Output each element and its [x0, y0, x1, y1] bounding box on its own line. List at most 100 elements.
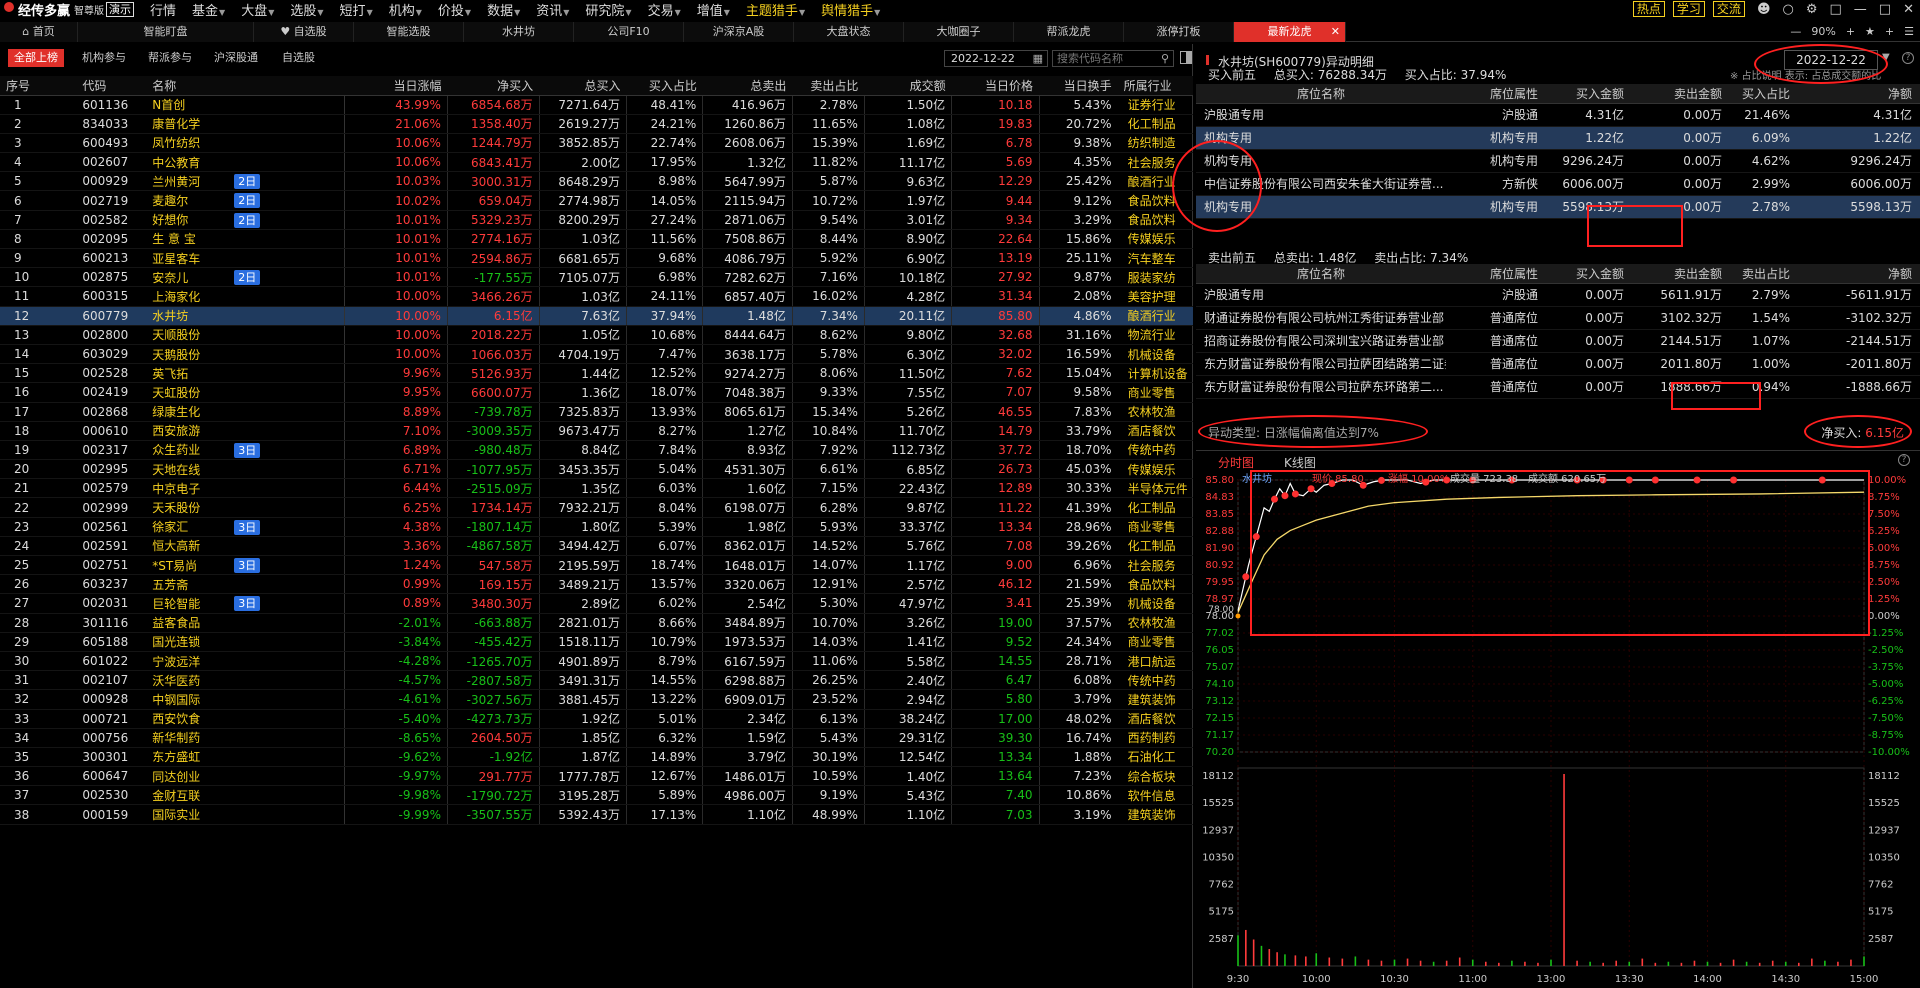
date-picker[interactable]: 2022-12-22 ▦: [944, 50, 1048, 67]
column-header-10[interactable]: 当日价格: [951, 76, 1039, 96]
table-row[interactable]: 37 002530 金财互联 -9.98% -1790.72万 3195.28万 5.89%…: [0, 785, 1193, 806]
settings-icon[interactable]: ⚙: [1806, 2, 1818, 17]
column-header-9[interactable]: 成交额: [864, 76, 952, 96]
table-row[interactable]: 23 002561 徐家汇 3日 4.38% -1807.14万 1.80亿 5.39% 1.9…: [0, 517, 1193, 537]
menu-item-6[interactable]: 价投▼: [430, 0, 479, 19]
cell-name[interactable]: N首创: [146, 95, 346, 115]
table-row[interactable]: 18 000610 西安旅游 7.10% -3009.35万 9673.47万 8.27% 1…: [0, 421, 1193, 441]
menu-item-3[interactable]: 选股▼: [282, 0, 331, 19]
table-row[interactable]: 34 000756 新华制药 -8.65% 2604.50万 1.85亿 6.32% 1.59…: [0, 728, 1193, 748]
cell-name[interactable]: 益客食品: [146, 613, 346, 633]
table-row[interactable]: 21 002579 中京电子 6.44% -2515.09万 1.35亿 6.03% 1.60…: [0, 478, 1193, 499]
tab-3[interactable]: 智能选股: [354, 22, 464, 42]
seat-row[interactable]: 沪股通专用 沪股通 4.31亿 0.00万 21.46% 4.31亿: [1196, 103, 1920, 127]
table-row[interactable]: 4 002607 中公教育 10.06% 6843.41万 2.00亿 17.95% 1.32…: [0, 152, 1193, 173]
seat-row[interactable]: 机构专用 机构专用 5598.13万 0.00万 2.78% 5598.13万: [1196, 195, 1920, 219]
seat-row[interactable]: 沪股通专用 沪股通 0.00万 5611.91万 2.79% -5611.91万: [1196, 283, 1920, 307]
seat-row[interactable]: 招商证券股份有限公司深圳宝兴路证券营业部 普通席位 0.00万 2144.51万 1.0…: [1196, 329, 1920, 353]
hot-button[interactable]: 热点: [1632, 1, 1665, 17]
menu-item-4[interactable]: 短打▼: [332, 0, 381, 19]
maximize-icon[interactable]: □: [1879, 2, 1891, 17]
cell-name[interactable]: 金财互联: [146, 785, 346, 806]
table-row[interactable]: 5 000929 兰州黄河 2日 10.03% 3000.31万 8648.29万 8.98%…: [0, 171, 1193, 192]
cell-name[interactable]: 英飞拓: [146, 363, 346, 384]
table-row[interactable]: 36 600647 同达创业 -9.97% 291.77万 1777.78万 12.67% 1…: [0, 766, 1193, 787]
seat-row[interactable]: 机构专用 机构专用 9296.24万 0.00万 4.62% 9296.24万: [1196, 149, 1920, 173]
column-header-11[interactable]: 当日换手: [1039, 76, 1118, 96]
cell-name[interactable]: 天鹅股份: [146, 344, 346, 365]
learn-button[interactable]: 学习: [1672, 1, 1705, 17]
tab-latest-dragon-tiger[interactable]: 最新龙虎 ✕: [1234, 22, 1346, 42]
table-row[interactable]: 3 600493 凤竹纺织 10.06% 1244.79万 3852.85万 22.74% 2…: [0, 133, 1193, 154]
table-row[interactable]: 6 002719 麦趣尔 2日 10.02% 659.04万 2774.98万 14.05% 2…: [0, 190, 1193, 211]
tab-5[interactable]: 公司F10: [574, 22, 684, 42]
table-row[interactable]: 8 002095 生 意 宝 10.01% 2774.16万 1.03亿 11.56% 750…: [0, 229, 1193, 250]
cell-name[interactable]: 西安饮食: [146, 709, 346, 729]
table-row[interactable]: 11 600315 上海家化 10.00% 3466.26万 1.03亿 24.11% 685…: [0, 286, 1193, 307]
column-header-3[interactable]: 当日涨幅: [344, 76, 448, 96]
cell-name[interactable]: *ST易尚 3日: [146, 555, 346, 576]
table-row[interactable]: 19 002317 众生药业 3日 6.89% -980.48万 8.84亿 7.84% 8.9…: [0, 440, 1193, 461]
tab-2[interactable]: ♥ 自选股: [254, 22, 354, 42]
cell-name[interactable]: 中京电子: [146, 478, 346, 499]
table-row[interactable]: 20 002995 天地在线 6.71% -1077.95万 3453.35万 5.04% 4…: [0, 459, 1193, 480]
cell-name[interactable]: 中钢国际: [146, 689, 346, 710]
menu-item-1[interactable]: 基金▼: [184, 0, 233, 19]
chart-help-icon[interactable]: ?: [1898, 454, 1910, 466]
calendar-icon[interactable]: ▦: [1033, 51, 1043, 66]
table-row[interactable]: 16 002419 天虹股份 9.95% 6600.07万 1.36亿 18.07% 7048…: [0, 382, 1193, 403]
exchange-button[interactable]: 交流: [1712, 1, 1745, 17]
menu-item-5[interactable]: 机构▼: [381, 0, 430, 19]
table-row[interactable]: 24 002591 恒大高新 3.36% -4867.58万 3494.42万 6.07% 8…: [0, 536, 1193, 557]
cell-name[interactable]: 水井坊: [146, 306, 346, 326]
table-row[interactable]: 28 301116 益客食品 -2.01% -663.88万 2821.01万 8.66% 3…: [0, 613, 1193, 633]
table-row[interactable]: 2 834033 康普化学 21.06% 1358.40万 2619.27万 24.21% 1…: [0, 114, 1193, 134]
search-input[interactable]: 搜索代码名称 ⚲: [1052, 50, 1174, 67]
search-icon[interactable]: ⚲: [1161, 51, 1169, 66]
column-header-12[interactable]: 所属行业: [1117, 76, 1193, 96]
cell-name[interactable]: 兰州黄河 2日: [146, 171, 346, 192]
table-row[interactable]: 17 002868 绿康生化 8.89% -739.78万 7325.83万 13.93% 8…: [0, 402, 1193, 422]
tab-6[interactable]: 沪深京A股: [684, 22, 794, 42]
cell-name[interactable]: 宁波远洋: [146, 651, 346, 672]
table-row[interactable]: 31 002107 沃华医药 -4.57% -2807.58万 3491.31万 14.55…: [0, 670, 1193, 691]
table-row[interactable]: 38 000159 国际实业 -9.99% -3507.55万 5392.43万 17.13…: [0, 804, 1193, 825]
table-row[interactable]: 35 300301 东方盛虹 -9.62% -1.92亿 1.87亿 14.89% 3.79亿…: [0, 747, 1193, 768]
cell-name[interactable]: 亚星客车: [146, 248, 346, 269]
plus-icon[interactable]: +: [1885, 25, 1894, 38]
column-header-2[interactable]: 名称: [146, 76, 345, 96]
menu-item-13[interactable]: 舆情猎手▼: [813, 0, 888, 19]
table-row[interactable]: 7 002582 好想你 2日 10.01% 5329.23万 8200.29万 27.24%…: [0, 210, 1193, 230]
cell-name[interactable]: 西安旅游: [146, 421, 346, 441]
table-row[interactable]: 13 002800 天顺股份 10.00% 2018.22万 1.05亿 10.68% 844…: [0, 325, 1193, 345]
cell-name[interactable]: 沃华医药: [146, 670, 346, 691]
filter-1[interactable]: 机构参与: [76, 49, 132, 67]
filter-2[interactable]: 帮派参与: [142, 49, 198, 67]
seat-row[interactable]: 东方财富证券股份有限公司拉萨东环路第二...一线普通席位0.00万1888.66…: [1196, 375, 1920, 399]
cell-name[interactable]: 绿康生化: [146, 402, 346, 422]
column-header-1[interactable]: 代码: [76, 76, 147, 96]
seat-row[interactable]: 中信证券股份有限公司西安朱雀大街证券营...一线方新侠6006.00万0.00万…: [1196, 172, 1920, 196]
zoom-out-icon[interactable]: —: [1790, 25, 1801, 38]
cell-name[interactable]: 凤竹纺织: [146, 133, 346, 154]
seat-row[interactable]: 东方财富证券股份有限公司拉萨团结路第二证券... 普通席位 0.00万 2011.80…: [1196, 352, 1920, 376]
table-row[interactable]: 10 002875 安奈儿 2日 10.01% -177.55万 7105.07万 6.98%…: [0, 267, 1193, 288]
filter-3[interactable]: 沪深股通: [208, 49, 264, 67]
tab-4[interactable]: 水井坊: [464, 22, 574, 42]
table-row[interactable]: 9 600213 亚星客车 10.01% 2594.86万 6681.65万 9.68% 40…: [0, 248, 1193, 269]
table-row[interactable]: 30 601022 宁波远洋 -4.28% -1265.70万 4901.89万 8.79%…: [0, 651, 1193, 672]
cell-name[interactable]: 生 意 宝: [146, 229, 346, 250]
minimize-icon[interactable]: —: [1854, 2, 1867, 17]
table-row[interactable]: 27 002031 巨轮智能 3日 0.89% 3480.30万 2.89亿 6.02% 2.5…: [0, 593, 1193, 614]
tab-8[interactable]: 大咖圈子: [904, 22, 1014, 42]
table-row[interactable]: 12 600779 水井坊 10.00% 6.15亿 7.63亿 37.94% 1.48亿 7.…: [0, 306, 1193, 326]
cell-name[interactable]: 天禾股份: [146, 497, 346, 518]
filter-4[interactable]: 自选股: [276, 49, 321, 67]
column-header-8[interactable]: 卖出占比: [792, 76, 865, 96]
column-header-6[interactable]: 买入占比: [626, 76, 703, 96]
cell-name[interactable]: 新华制药: [146, 728, 346, 748]
menu-item-10[interactable]: 交易▼: [640, 0, 689, 19]
tab-close-icon[interactable]: ✕: [1331, 22, 1340, 42]
cell-name[interactable]: 好想你 2日: [146, 210, 346, 230]
table-row[interactable]: 25 002751 *ST易尚 3日 1.24% 547.58万 2195.59万 18.74…: [0, 555, 1193, 576]
